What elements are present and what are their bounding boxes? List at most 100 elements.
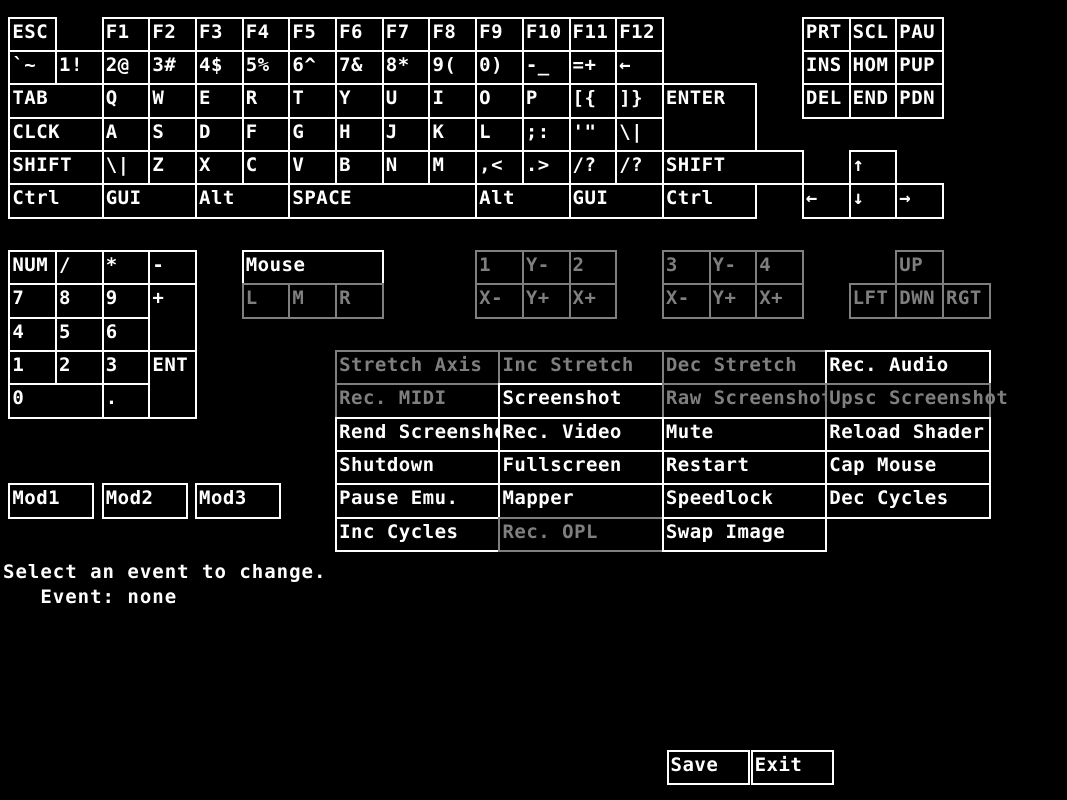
key-sym[interactable]: `~ bbox=[8, 50, 57, 86]
handler-button-speedlock[interactable]: Speedlock bbox=[661, 483, 828, 519]
handler-button-mapper[interactable]: Mapper bbox=[498, 483, 664, 519]
key-d[interactable]: D bbox=[195, 116, 244, 152]
numpad-key-sym[interactable]: - bbox=[148, 250, 198, 286]
numpad-key-3[interactable]: 3 bbox=[101, 350, 151, 386]
handler-button-screenshot[interactable]: Screenshot bbox=[498, 383, 664, 419]
key-h[interactable]: H bbox=[335, 116, 384, 152]
key-f3[interactable]: F3 bbox=[195, 16, 244, 52]
joystick-button-lft[interactable]: LFT bbox=[848, 283, 898, 319]
key-8[interactable]: 8* bbox=[381, 50, 431, 86]
key-space[interactable]: SPACE bbox=[288, 183, 478, 219]
key-ctrl[interactable]: Ctrl bbox=[661, 183, 758, 219]
numpad-key-4[interactable]: 4 bbox=[8, 316, 57, 352]
key-sym[interactable]: =+ bbox=[568, 50, 618, 86]
numpad-key-0[interactable]: 0 bbox=[8, 383, 104, 419]
key-b[interactable]: B bbox=[335, 150, 384, 186]
joystick-button-1[interactable]: 1 bbox=[475, 250, 524, 286]
modifier-button-mod3[interactable]: Mod3 bbox=[195, 483, 282, 519]
key-sym[interactable]: '" bbox=[568, 116, 618, 152]
handler-button-shutdown[interactable]: Shutdown bbox=[335, 450, 501, 486]
key-shift[interactable]: SHIFT bbox=[661, 150, 804, 186]
key-f11[interactable]: F11 bbox=[568, 16, 618, 52]
key-gui[interactable]: GUI bbox=[101, 183, 198, 219]
modifier-button-mod2[interactable]: Mod2 bbox=[101, 483, 188, 519]
key-w[interactable]: W bbox=[148, 83, 198, 119]
handler-button-rec-midi[interactable]: Rec. MIDI bbox=[335, 383, 501, 419]
numpad-key-2[interactable]: 2 bbox=[55, 350, 104, 386]
key-6[interactable]: 6^ bbox=[288, 50, 338, 86]
handler-button-fullscreen[interactable]: Fullscreen bbox=[498, 450, 664, 486]
key-g[interactable]: G bbox=[288, 116, 338, 152]
handler-button-raw-screenshot[interactable]: Raw Screenshot bbox=[661, 383, 833, 419]
key-3[interactable]: 3# bbox=[148, 50, 198, 86]
handler-button-swap-image[interactable]: Swap Image bbox=[661, 516, 828, 552]
numpad-key-7[interactable]: 7 bbox=[8, 283, 57, 319]
key-2[interactable]: 2@ bbox=[101, 50, 151, 86]
joystick-button-x[interactable]: X- bbox=[661, 283, 711, 319]
joystick-button-y[interactable]: Y- bbox=[521, 250, 571, 286]
key-z[interactable]: Z bbox=[148, 150, 198, 186]
key-sym[interactable]: \| bbox=[101, 150, 151, 186]
key-4[interactable]: 4$ bbox=[195, 50, 244, 86]
handler-button-inc-stretch[interactable]: Inc Stretch bbox=[498, 350, 664, 386]
joystick-button-dwn[interactable]: DWN bbox=[895, 283, 944, 319]
key-sym[interactable]: ,< bbox=[475, 150, 524, 186]
mouse-button-m[interactable]: M bbox=[288, 283, 338, 319]
joystick-button-4[interactable]: 4 bbox=[755, 250, 804, 286]
key-f[interactable]: F bbox=[241, 116, 291, 152]
key-q[interactable]: Q bbox=[101, 83, 151, 119]
key-pup[interactable]: PUP bbox=[895, 50, 944, 86]
key-0[interactable]: 0) bbox=[475, 50, 524, 86]
numpad-key-num[interactable]: NUM bbox=[8, 250, 57, 286]
key-alt[interactable]: Alt bbox=[475, 183, 571, 219]
key-sym[interactable]: ← bbox=[615, 50, 664, 86]
key-r[interactable]: R bbox=[241, 83, 291, 119]
key-clck[interactable]: CLCK bbox=[8, 116, 104, 152]
key-hom[interactable]: HOM bbox=[848, 50, 898, 86]
numpad-key-sym[interactable]: * bbox=[101, 250, 151, 286]
key-5[interactable]: 5% bbox=[241, 50, 291, 86]
key-sym[interactable]: ↓ bbox=[848, 183, 898, 219]
joystick-button-x[interactable]: X- bbox=[475, 283, 524, 319]
key-k[interactable]: K bbox=[428, 116, 478, 152]
modifier-button-mod1[interactable]: Mod1 bbox=[8, 483, 95, 519]
handler-button-dec-stretch[interactable]: Dec Stretch bbox=[661, 350, 828, 386]
key-gui[interactable]: GUI bbox=[568, 183, 664, 219]
key-l[interactable]: L bbox=[475, 116, 524, 152]
handler-button-dec-cycles[interactable]: Dec Cycles bbox=[825, 483, 991, 519]
numpad-key-sym[interactable]: . bbox=[101, 383, 151, 419]
key-pdn[interactable]: PDN bbox=[895, 83, 944, 119]
joystick-button-y[interactable]: Y- bbox=[708, 250, 758, 286]
key-prt[interactable]: PRT bbox=[801, 16, 851, 52]
key-f8[interactable]: F8 bbox=[428, 16, 478, 52]
handler-button-stretch-axis[interactable]: Stretch Axis bbox=[335, 350, 501, 386]
key-ctrl[interactable]: Ctrl bbox=[8, 183, 104, 219]
key-sym[interactable]: ← bbox=[801, 183, 851, 219]
key-f6[interactable]: F6 bbox=[335, 16, 384, 52]
key-sym[interactable]: /? bbox=[615, 150, 664, 186]
handler-button-rend-screenshot[interactable]: Rend Screenshot bbox=[335, 416, 518, 452]
mouse-button-r[interactable]: R bbox=[335, 283, 384, 319]
mouse-button-l[interactable]: L bbox=[241, 283, 291, 319]
key-sym[interactable]: ↑ bbox=[848, 150, 898, 186]
key-f5[interactable]: F5 bbox=[288, 16, 338, 52]
key-a[interactable]: A bbox=[101, 116, 151, 152]
key-sym[interactable]: [{ bbox=[568, 83, 618, 119]
key-j[interactable]: J bbox=[381, 116, 431, 152]
key-f12[interactable]: F12 bbox=[615, 16, 664, 52]
key-esc[interactable]: ESC bbox=[8, 16, 57, 52]
key-sym[interactable]: .> bbox=[521, 150, 571, 186]
key-f9[interactable]: F9 bbox=[475, 16, 524, 52]
key-scl[interactable]: SCL bbox=[848, 16, 898, 52]
key-v[interactable]: V bbox=[288, 150, 338, 186]
handler-button-pause-emu[interactable]: Pause Emu. bbox=[335, 483, 501, 519]
handler-button-restart[interactable]: Restart bbox=[661, 450, 828, 486]
mouse-button-mouse[interactable]: Mouse bbox=[241, 250, 384, 286]
joystick-button-x[interactable]: X+ bbox=[568, 283, 618, 319]
key-f10[interactable]: F10 bbox=[521, 16, 571, 52]
key-m[interactable]: M bbox=[428, 150, 478, 186]
save-button[interactable]: Save bbox=[666, 750, 751, 786]
key-end[interactable]: END bbox=[848, 83, 898, 119]
joystick-button-up[interactable]: UP bbox=[895, 250, 944, 286]
key-e[interactable]: E bbox=[195, 83, 244, 119]
